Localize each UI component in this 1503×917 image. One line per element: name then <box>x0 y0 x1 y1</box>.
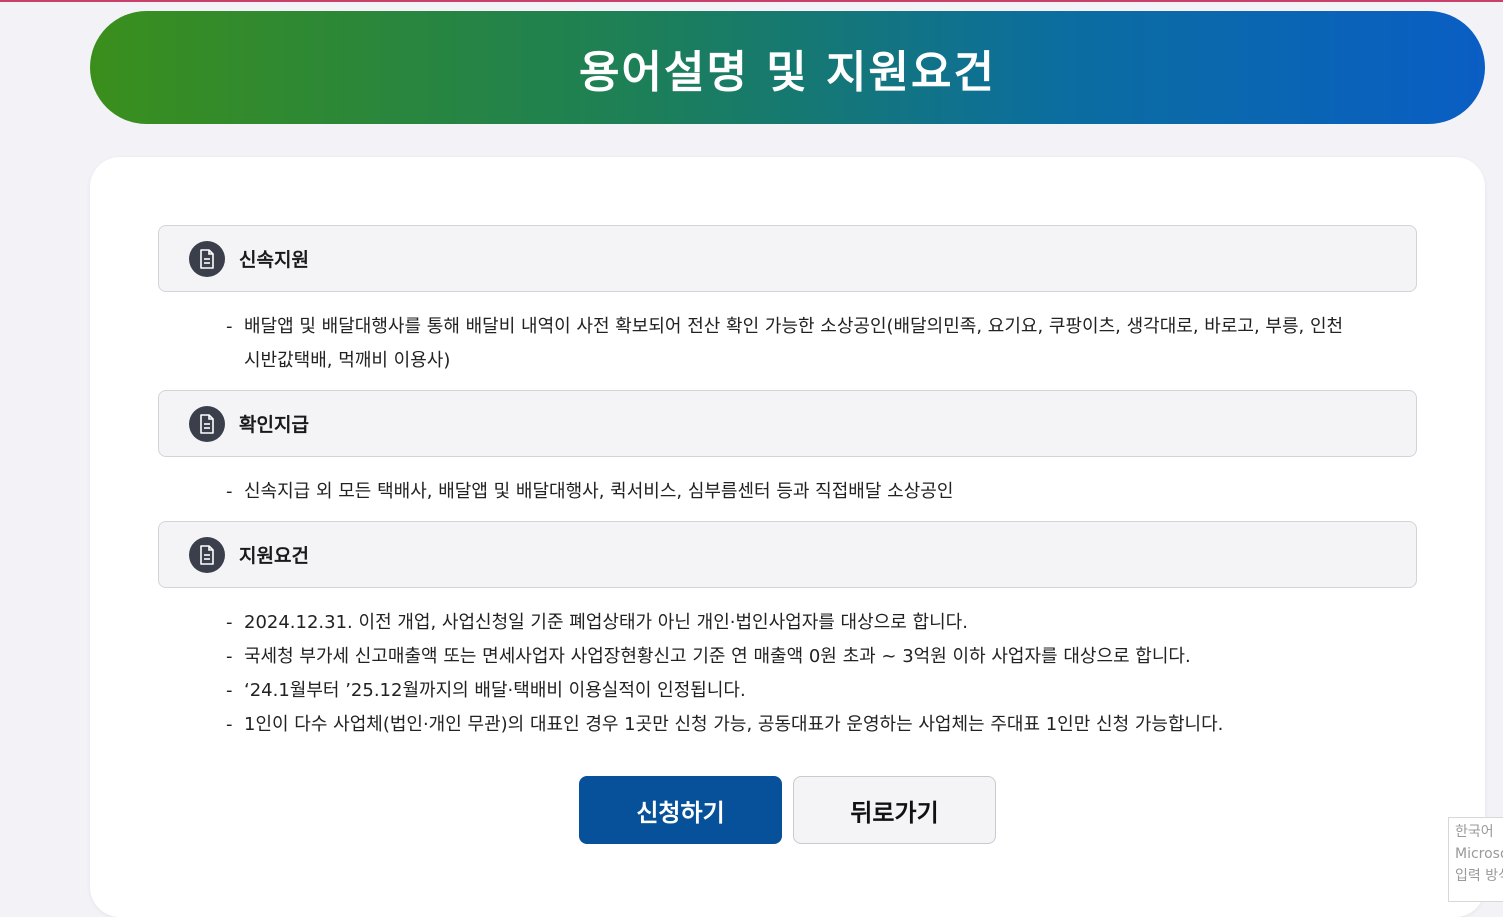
list-item: - ‘24.1월부터 ’25.12월까지의 배달·택배비 이용실적이 인정됩니다… <box>226 674 1356 708</box>
top-edge-bar <box>0 0 1503 2</box>
title-banner: 용어설명 및 지원요건 <box>90 11 1485 124</box>
document-icon <box>189 405 225 442</box>
back-button[interactable]: 뒤로가기 <box>793 776 996 844</box>
list-item-text: 배달앱 및 배달대행사를 통해 배달비 내역이 사전 확보되어 전산 확인 가능… <box>244 316 1344 371</box>
section-title: 신속지원 <box>239 249 309 271</box>
ime-language-label: 한국어 <box>1455 824 1494 840</box>
list-item: - 1인이 다수 사업체(법인·개인 무관)의 대표인 경우 1곳만 신청 가능… <box>226 708 1356 742</box>
section-header-requirements: 지원요건 <box>158 521 1417 588</box>
section-header-quick-support: 신속지원 <box>158 225 1417 292</box>
ime-provider-label: Microsoft <box>1455 846 1503 862</box>
bullet-dash: - <box>226 714 233 735</box>
ime-language-popup: 한국어 Microsoft 입력 방식 <box>1448 817 1503 902</box>
ime-mode-label: 입력 방식 <box>1455 868 1503 884</box>
bullet-dash: - <box>226 481 233 502</box>
content-card: 신속지원 - 배달앱 및 배달대행사를 통해 배달비 내역이 사전 확보되어 전… <box>90 157 1485 917</box>
list-item-text: 2024.12.31. 이전 개업, 사업신청일 기준 폐업상태가 아닌 개인·… <box>244 612 968 633</box>
section-description: - 배달앱 및 배달대행사를 통해 배달비 내역이 사전 확보되어 전산 확인 … <box>226 310 1356 378</box>
bullet-dash: - <box>226 612 233 633</box>
list-item: - 2024.12.31. 이전 개업, 사업신청일 기준 폐업상태가 아닌 개… <box>226 606 1356 640</box>
bullet-dash: - <box>226 646 233 667</box>
document-icon <box>189 240 225 277</box>
list-item: - 국세청 부가세 신고매출액 또는 면세사업자 사업장현황신고 기준 연 매출… <box>226 640 1356 674</box>
list-item-text: ‘24.1월부터 ’25.12월까지의 배달·택배비 이용실적이 인정됩니다. <box>244 680 746 701</box>
bullet-dash: - <box>226 316 233 337</box>
section-title: 확인지급 <box>239 414 309 436</box>
document-icon <box>189 536 225 573</box>
page-title: 용어설명 및 지원요건 <box>579 46 996 98</box>
section-title: 지원요건 <box>239 545 309 567</box>
list-item-text: 국세청 부가세 신고매출액 또는 면세사업자 사업장현황신고 기준 연 매출액 … <box>244 646 1191 667</box>
list-item: - 신속지급 외 모든 택배사, 배달앱 및 배달대행사, 퀵서비스, 심부름센… <box>226 475 1356 509</box>
section-description: - 2024.12.31. 이전 개업, 사업신청일 기준 폐업상태가 아닌 개… <box>226 606 1356 742</box>
apply-button[interactable]: 신청하기 <box>579 776 782 844</box>
list-item-text: 1인이 다수 사업체(법인·개인 무관)의 대표인 경우 1곳만 신청 가능, … <box>244 714 1224 735</box>
section-header-confirm-payment: 확인지급 <box>158 390 1417 457</box>
list-item: - 배달앱 및 배달대행사를 통해 배달비 내역이 사전 확보되어 전산 확인 … <box>226 310 1356 378</box>
bullet-dash: - <box>226 680 233 701</box>
list-item-text: 신속지급 외 모든 택배사, 배달앱 및 배달대행사, 퀵서비스, 심부름센터 … <box>244 481 954 502</box>
section-description: - 신속지급 외 모든 택배사, 배달앱 및 배달대행사, 퀵서비스, 심부름센… <box>226 475 1356 509</box>
